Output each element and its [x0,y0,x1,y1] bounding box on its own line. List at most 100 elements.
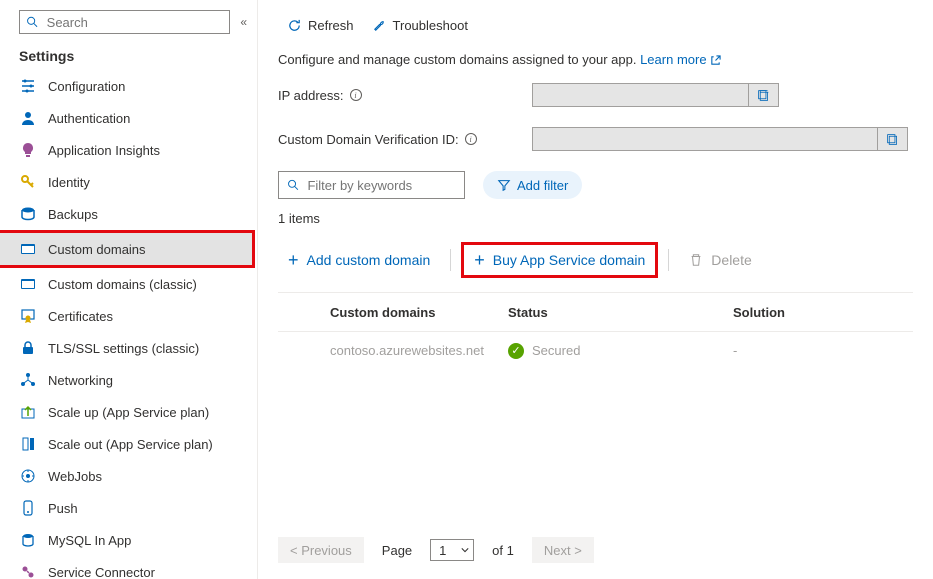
check-circle-icon: ✓ [508,343,524,359]
refresh-label: Refresh [308,18,354,33]
push-icon [20,500,36,516]
sidebar-item-label: WebJobs [48,469,102,484]
sidebar-item-label: Custom domains [48,242,146,257]
info-icon[interactable]: i [465,133,477,145]
sidebar-item-mysql[interactable]: MySQL In App [0,524,257,556]
separator [450,249,451,271]
description: Configure and manage custom domains assi… [258,52,933,83]
of-label: of 1 [492,543,514,558]
sidebar-item-label: Application Insights [48,143,160,158]
info-icon[interactable]: i [350,89,362,101]
sidebar-item-label: Identity [48,175,90,190]
plus-icon: + [474,250,485,271]
sidebar-item-tls-ssl[interactable]: TLS/SSL settings (classic) [0,332,257,364]
copy-icon [886,133,899,146]
sidebar-item-backups[interactable]: Backups [0,198,257,230]
cdv-id-label: Custom Domain Verification ID: i [278,132,532,147]
troubleshoot-button[interactable]: Troubleshoot [372,18,468,33]
sidebar-item-label: Scale up (App Service plan) [48,405,209,420]
search-input[interactable] [45,14,224,31]
delete-label: Delete [711,252,751,268]
sidebar-item-label: TLS/SSL settings (classic) [48,341,199,356]
sidebar-item-label: Scale out (App Service plan) [48,437,213,452]
buy-label: Buy App Service domain [493,252,646,268]
copy-button[interactable] [748,84,778,106]
sidebar-item-authentication[interactable]: Authentication [0,102,257,134]
backup-icon [20,206,36,222]
cell-solution: - [733,343,913,358]
sidebar-item-service-connector[interactable]: Service Connector [0,556,257,579]
lightbulb-icon [20,142,36,158]
buy-app-service-domain-button[interactable]: + Buy App Service domain [464,245,655,275]
prev-page-button[interactable]: < Previous [278,537,364,563]
add-custom-domain-button[interactable]: + Add custom domain [278,245,440,275]
add-label: Add custom domain [307,252,431,268]
refresh-button[interactable]: Refresh [287,18,354,33]
chevron-down-icon [461,546,469,554]
filter-input[interactable] [305,177,456,194]
sidebar-item-push[interactable]: Push [0,492,257,524]
sidebar-item-label: Certificates [48,309,113,324]
sidebar-item-label: Authentication [48,111,130,126]
sidebar-item-label: Custom domains (classic) [48,277,197,292]
wrench-icon [372,18,387,33]
connector-icon [20,564,36,579]
toolbar: Refresh Troubleshoot [258,10,933,40]
lock-icon [20,340,36,356]
sidebar-item-label: Service Connector [48,565,155,579]
sidebar-item-label: MySQL In App [48,533,131,548]
trash-icon [689,253,703,267]
key-icon [20,174,36,190]
webjobs-icon [20,468,36,484]
sidebar-item-label: Networking [48,373,113,388]
add-filter-button[interactable]: Add filter [483,171,582,199]
filter-keywords[interactable] [278,171,465,199]
sidebar-item-webjobs[interactable]: WebJobs [0,460,257,492]
table-row[interactable]: contoso.azurewebsites.net ✓ Secured - [278,331,913,369]
sidebar-item-custom-domains-classic[interactable]: Custom domains (classic) [0,268,257,300]
troubleshoot-label: Troubleshoot [393,18,468,33]
col-header-status[interactable]: Status [508,305,733,320]
page-label: Page [382,543,412,558]
sidebar-item-app-insights[interactable]: Application Insights [0,134,257,166]
sidebar: « Settings Configuration Authentication … [0,0,258,579]
refresh-icon [287,18,302,33]
table-header: Custom domains Status Solution [278,293,913,331]
scale-up-icon [20,404,36,420]
items-count: 1 items [258,211,933,242]
description-text: Configure and manage custom domains assi… [278,52,636,67]
col-header-domain[interactable]: Custom domains [278,305,508,320]
plus-icon: + [288,250,299,271]
domains-table: Custom domains Status Solution contoso.a… [278,292,913,369]
scale-out-icon [20,436,36,452]
sidebar-heading: Settings [0,48,257,70]
page-select[interactable]: 1 [430,539,474,561]
globe-icon [20,241,36,257]
sidebar-search[interactable] [19,10,230,34]
sidebar-item-identity[interactable]: Identity [0,166,257,198]
search-icon [26,15,39,29]
sidebar-item-label: Configuration [48,79,125,94]
main-panel: Refresh Troubleshoot Configure and manag… [258,0,933,579]
sidebar-item-scale-up[interactable]: Scale up (App Service plan) [0,396,257,428]
cell-status: ✓ Secured [508,343,733,359]
copy-button[interactable] [877,128,907,150]
sidebar-item-label: Backups [48,207,98,222]
cdv-id-value [532,127,908,151]
learn-more-link[interactable]: Learn more [640,52,721,67]
col-header-solution[interactable]: Solution [733,305,913,320]
sidebar-item-networking[interactable]: Networking [0,364,257,396]
cell-domain: contoso.azurewebsites.net [278,343,508,358]
search-icon [287,178,299,192]
sidebar-item-label: Push [48,501,78,516]
person-icon [20,110,36,126]
filter-icon [497,178,511,192]
page-value: 1 [439,543,446,558]
sidebar-item-configuration[interactable]: Configuration [0,70,257,102]
next-page-button[interactable]: Next > [532,537,594,563]
sidebar-item-scale-out[interactable]: Scale out (App Service plan) [0,428,257,460]
sidebar-item-custom-domains[interactable]: Custom domains [0,233,252,265]
collapse-sidebar-icon[interactable]: « [238,13,249,31]
sidebar-item-certificates[interactable]: Certificates [0,300,257,332]
certificate-icon [20,308,36,324]
